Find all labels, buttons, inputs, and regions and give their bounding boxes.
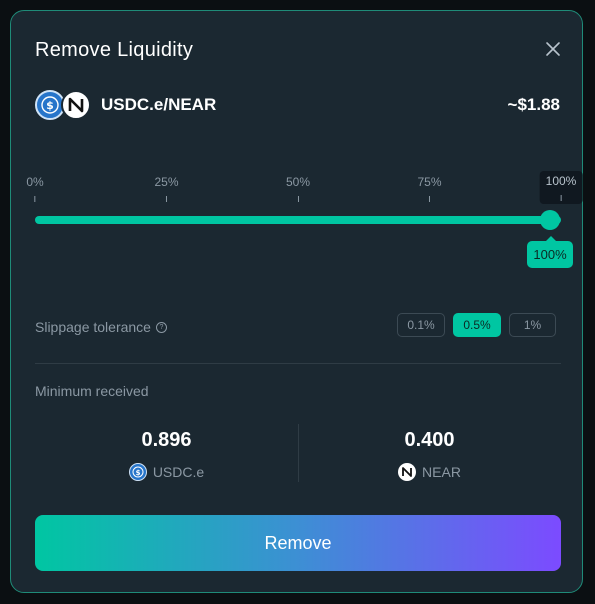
slippage-option-0-1[interactable]: 0.1%	[397, 313, 445, 337]
usdc-icon: $	[128, 463, 147, 481]
near-token: NEAR	[298, 463, 561, 481]
usdc-amount: 0.896	[141, 429, 192, 451]
slippage-option-1[interactable]: 1%	[509, 313, 556, 337]
pool-pair: $ USDC.e/NEAR	[35, 89, 216, 121]
modal-title: Remove Liquidity	[35, 39, 194, 61]
slider-thumb[interactable]	[540, 210, 560, 230]
pair-name: USDC.e/NEAR	[101, 95, 217, 114]
tick-50[interactable]: 50%	[286, 175, 310, 202]
tick-100[interactable]: 100%	[539, 171, 583, 204]
slider-value-bubble: 100%	[527, 236, 573, 268]
help-icon[interactable]: ?	[155, 321, 167, 333]
near-icon	[61, 90, 91, 120]
minimum-received-label: Minimum received	[35, 383, 149, 399]
svg-text:$: $	[46, 99, 54, 112]
divider	[35, 363, 561, 364]
slippage-option-0-5[interactable]: 0.5%	[453, 313, 501, 337]
slider-ticks: 0% 25% 50% 75% 100%	[26, 171, 583, 205]
remove-liquidity-modal: Remove Liquidity $ USDC.e/NEAR ~$1.88 0%…	[10, 10, 583, 593]
usdc-token: $ USDC.e	[35, 463, 298, 481]
slippage-options: 0.1% 0.5% 1%	[397, 313, 556, 337]
close-icon[interactable]	[545, 41, 561, 57]
near-icon	[398, 463, 417, 481]
slider-track[interactable]	[35, 216, 561, 224]
remove-button[interactable]: Remove	[35, 515, 561, 571]
tick-25[interactable]: 25%	[154, 175, 179, 202]
tick-75[interactable]: 75%	[417, 175, 442, 202]
tick-0[interactable]: 0%	[26, 175, 44, 202]
slippage-label: Slippage tolerance ?	[35, 319, 167, 335]
svg-text:$: $	[135, 469, 140, 477]
pool-value: ~$1.88	[507, 95, 560, 114]
near-amount: 0.400	[404, 429, 455, 451]
